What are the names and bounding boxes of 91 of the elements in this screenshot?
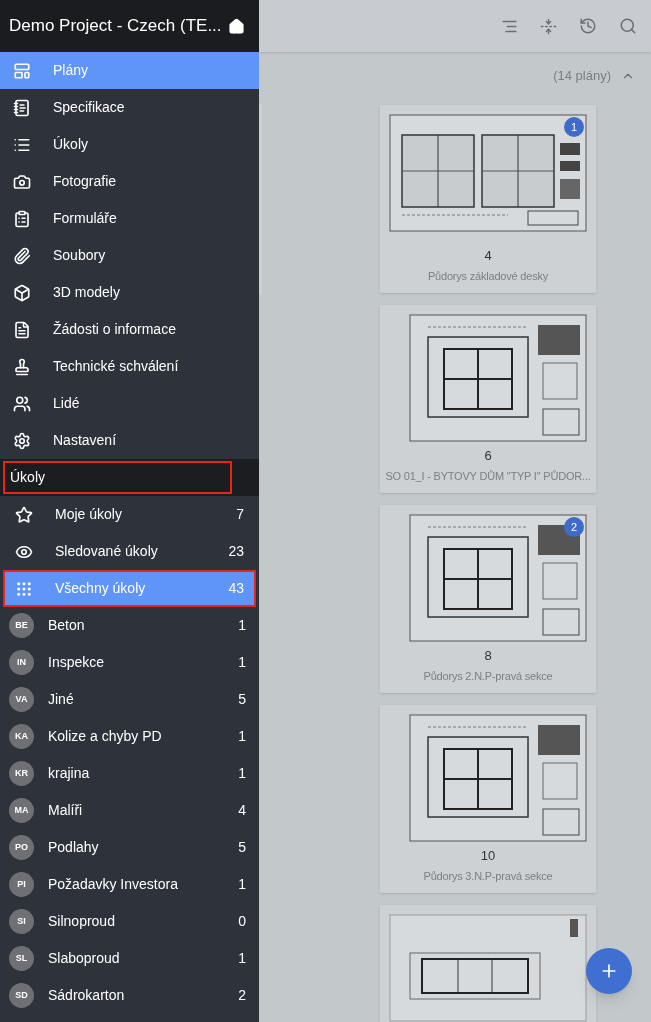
task-count: 1: [238, 764, 246, 783]
task-count: 43: [228, 579, 244, 598]
initials-avatar: SL: [9, 946, 34, 971]
task-count: 23: [228, 542, 244, 561]
home-icon[interactable]: [228, 17, 245, 35]
nav-item[interactable]: Nastavení: [0, 422, 259, 459]
category-item[interactable]: SD Sádrokarton 2: [0, 977, 259, 1014]
star-icon: [15, 505, 33, 524]
camera-icon: [13, 172, 31, 191]
category-label: Podlahy: [48, 838, 100, 857]
paperclip-icon: [13, 246, 31, 265]
task-count: 0: [238, 912, 246, 931]
people-icon: [13, 394, 31, 413]
category-item[interactable]: KR krajina 1: [0, 755, 259, 792]
notebook-icon: [13, 98, 31, 117]
nav-item[interactable]: Fotografie: [0, 163, 259, 200]
nav-item[interactable]: Soubory: [0, 237, 259, 274]
add-button[interactable]: [586, 948, 632, 994]
category-item[interactable]: PO Podlahy 5: [0, 829, 259, 866]
task-count: 2: [238, 986, 246, 1005]
task-filter-item[interactable]: Moje úkoly 7: [3, 496, 256, 533]
category-label: Beton: [48, 616, 86, 635]
nav-item[interactable]: Specifikace: [0, 89, 259, 126]
cube-icon: [13, 283, 31, 302]
plan-card[interactable]: 10 Půdorys 3.N.P-pravá sekce: [380, 705, 596, 893]
task-count: 4: [238, 801, 246, 820]
initials-avatar: PO: [9, 835, 34, 860]
settings-icon: [13, 431, 31, 450]
initials-avatar: IN: [9, 650, 34, 675]
task-count: 1: [238, 653, 246, 672]
stamp-icon: [13, 357, 31, 376]
initials-avatar: KR: [9, 761, 34, 786]
search-icon[interactable]: [619, 17, 637, 35]
document-icon: [13, 320, 31, 339]
plan-title: Půdorys základové desky: [427, 268, 549, 284]
initials-avatar: BE: [9, 613, 34, 638]
category-label: Slaboproud: [48, 949, 121, 968]
nav-item[interactable]: Žádosti o informace: [0, 311, 259, 348]
grid-icon: [15, 579, 33, 598]
task-count: 1: [238, 875, 246, 894]
nav-item[interactable]: Úkoly: [0, 126, 259, 163]
plan-title: SO 01_I - BYTOVY DŮM "TYP I" PŮDOR...: [385, 468, 591, 484]
category-label: Malíři: [48, 801, 84, 820]
plan-number: 8: [484, 647, 492, 665]
plan-card[interactable]: 6 SO 01_I - BYTOVY DŮM "TYP I" PŮDOR...: [380, 305, 596, 493]
task-count: 1: [238, 727, 246, 746]
plan-number: 6: [484, 447, 492, 465]
plan-title: Půdorys 3.N.P-pravá sekce: [423, 868, 553, 884]
category-label: Silnoproud: [48, 912, 116, 931]
category-item[interactable]: KA Kolize a chyby PD 1: [0, 718, 259, 755]
section-title: Úkoly: [3, 461, 232, 494]
category-item[interactable]: SL Slaboproud 1: [0, 940, 259, 977]
collapse-icon[interactable]: [540, 17, 557, 35]
task-count: 5: [238, 838, 246, 857]
plan-card[interactable]: 2 8 Půdorys 2.N.P-pravá sekce: [380, 505, 596, 693]
category-label: Požadavky Investora: [48, 875, 179, 894]
clipboard-icon: [13, 209, 31, 228]
category-label: Kolize a chyby PD: [48, 727, 163, 746]
plan-count: (14 plány): [553, 67, 611, 86]
plan-card[interactable]: 1 4 Půdorys základové desky: [380, 105, 596, 293]
category-item[interactable]: PI Požadavky Investora 1: [0, 866, 259, 903]
nav-item[interactable]: Formuláře: [0, 200, 259, 237]
category-item[interactable]: BE Beton 1: [0, 607, 259, 644]
category-label: Sádrokarton: [48, 986, 126, 1005]
task-filter-item[interactable]: Sledované úkoly 23: [3, 533, 256, 570]
task-count: 5: [238, 690, 246, 709]
history-icon[interactable]: [579, 17, 597, 35]
category-item[interactable]: MA Malíři 4: [0, 792, 259, 829]
plan-number: 10: [480, 847, 496, 865]
category-item[interactable]: SI Silnoproud 0: [0, 903, 259, 940]
category-item[interactable]: IN Inspekce 1: [0, 644, 259, 681]
category-label: Jiné: [48, 690, 75, 709]
plan-title: Půdorys 2.N.P-pravá sekce: [423, 668, 553, 684]
initials-avatar: SD: [9, 983, 34, 1008]
initials-avatar: PI: [9, 872, 34, 897]
initials-avatar: SI: [9, 909, 34, 934]
category-label: Inspekce: [48, 653, 106, 672]
nav-item[interactable]: Lidé: [0, 385, 259, 422]
category-item[interactable]: VA Jiné 5: [0, 681, 259, 718]
initials-avatar: MA: [9, 798, 34, 823]
nav-item[interactable]: Technické schválení: [0, 348, 259, 385]
floor-plan-icon: [13, 61, 31, 80]
category-label: krajina: [48, 764, 91, 783]
initials-avatar: VA: [9, 687, 34, 712]
initials-avatar: KA: [9, 724, 34, 749]
nav-item[interactable]: 3D modely: [0, 274, 259, 311]
project-title: Demo Project - Czech (TE...: [9, 15, 222, 38]
plan-number: 4: [484, 247, 492, 265]
task-count: 7: [236, 505, 244, 524]
task-count: 1: [238, 949, 246, 968]
task-count: 1: [238, 616, 246, 635]
